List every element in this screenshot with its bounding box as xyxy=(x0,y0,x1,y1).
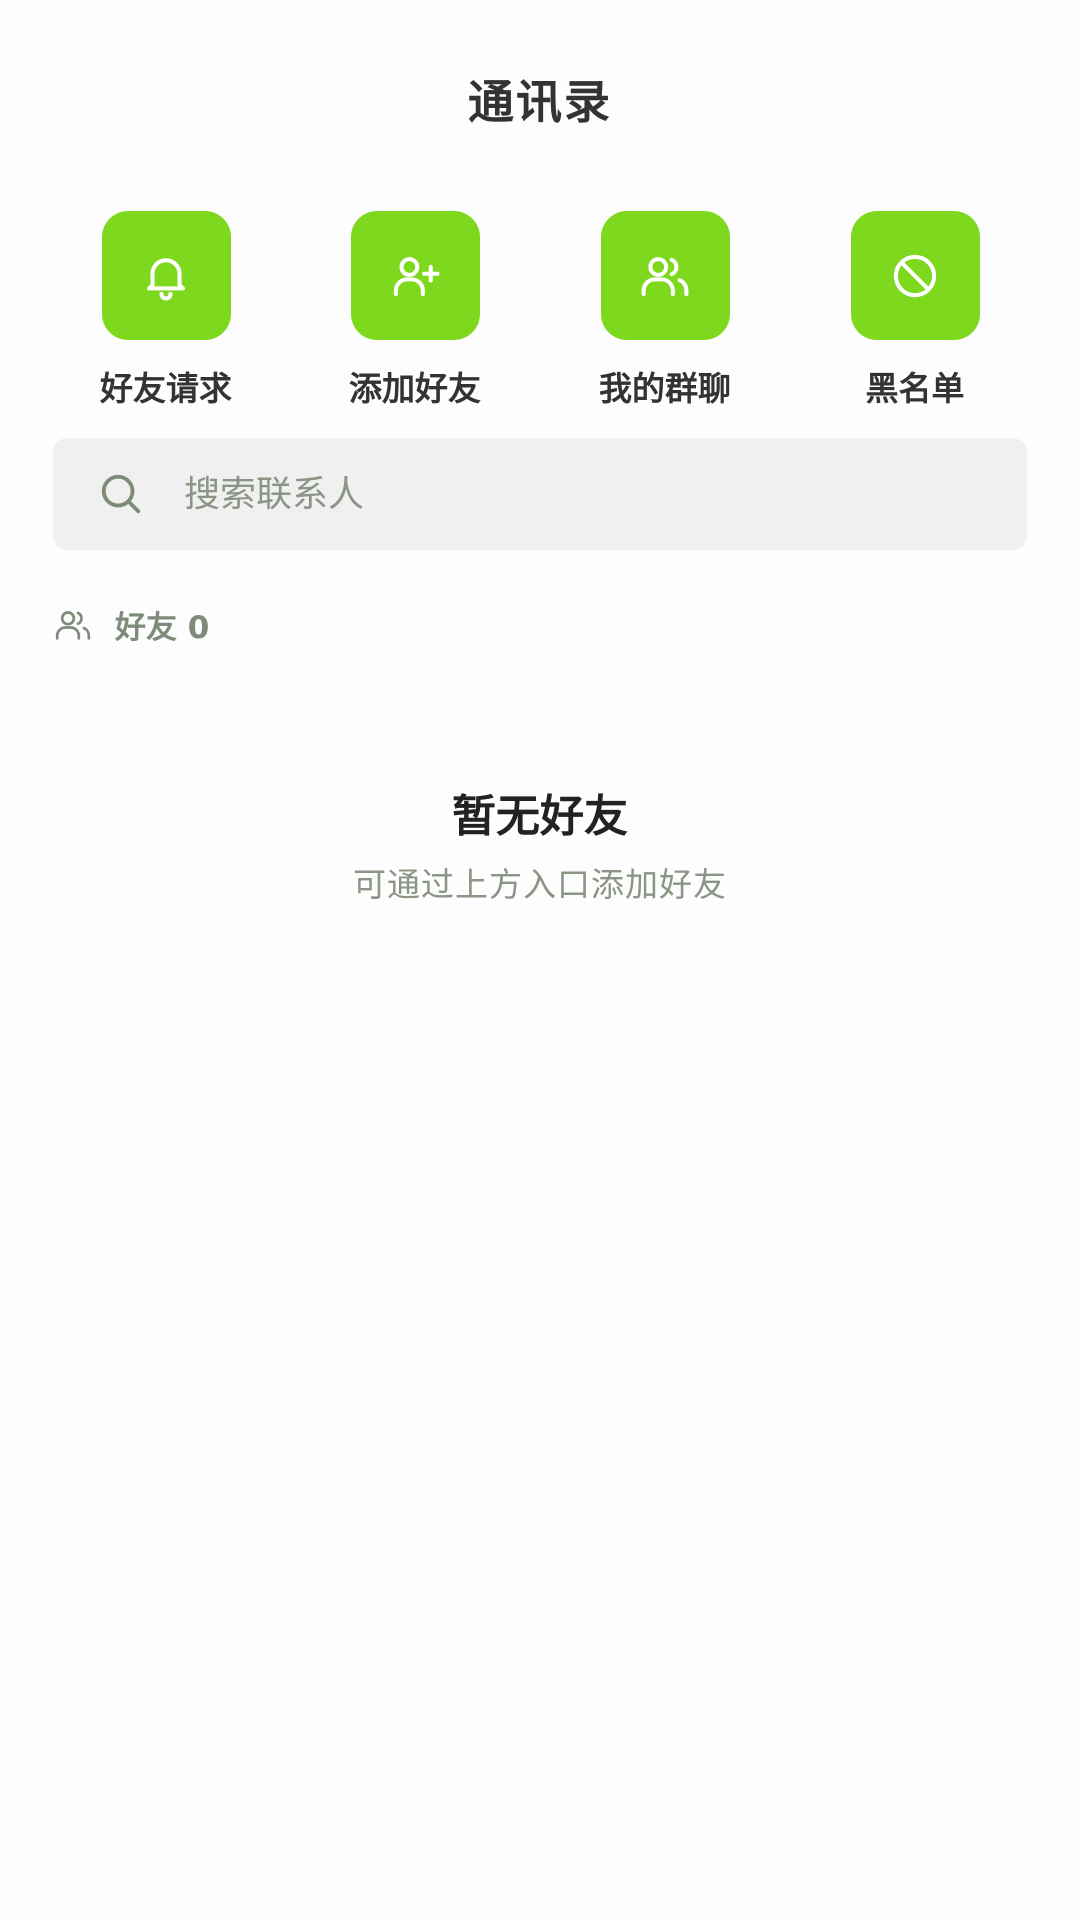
bell-icon xyxy=(147,257,185,300)
add-friend-tile[interactable] xyxy=(350,211,480,340)
search-bar[interactable] xyxy=(53,438,1027,550)
empty-state-subtitle: 可通过上方入口添加好友 xyxy=(353,865,727,904)
friend-requests-tile[interactable] xyxy=(101,211,231,340)
users-icon xyxy=(641,256,689,296)
blacklist-label: 黑名单 xyxy=(865,369,965,408)
my-groups-button[interactable]: 我的群聊 xyxy=(565,211,765,410)
users-icon xyxy=(55,610,91,640)
search-icon xyxy=(101,474,141,514)
quick-actions: 好友请求 添加好友 我的群聊 黑名单 xyxy=(0,211,1080,411)
search-input[interactable] xyxy=(184,473,944,515)
friends-count-label: 好友 0 xyxy=(115,610,210,646)
user-plus-icon xyxy=(393,256,440,296)
blacklist-button[interactable]: 黑名单 xyxy=(815,211,1015,410)
add-friend-button[interactable]: 添加好友 xyxy=(315,211,515,410)
add-friend-label: 添加好友 xyxy=(349,369,481,408)
my-groups-label: 我的群聊 xyxy=(599,369,731,408)
page-title: 通讯录 xyxy=(468,75,612,129)
my-groups-tile[interactable] xyxy=(600,211,730,340)
friend-requests-button[interactable]: 好友请求 xyxy=(66,211,266,410)
friend-requests-label: 好友请求 xyxy=(100,369,232,408)
blacklist-tile[interactable] xyxy=(850,211,980,340)
contacts-page: 通讯录 好友请求 添加好友 我的群聊 黑名单 搜索联系人 好友 0 暂无好友 可… xyxy=(0,0,1080,1920)
friends-section-header: 好友 0 xyxy=(53,602,209,647)
empty-state-title: 暂无好友 xyxy=(452,791,628,842)
block-icon xyxy=(893,254,937,297)
